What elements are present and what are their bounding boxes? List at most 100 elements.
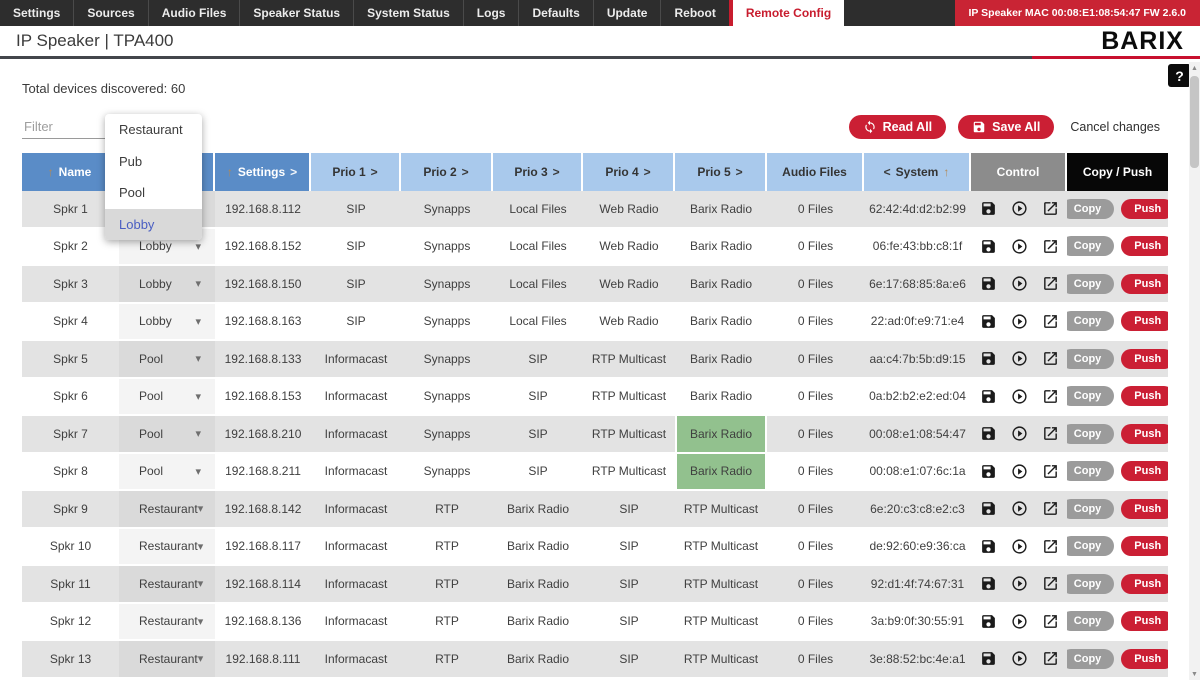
copy-button[interactable]: Copy: [1067, 199, 1114, 219]
column-header-system[interactable]: <System↑: [864, 153, 971, 191]
row-open-button[interactable]: [1042, 238, 1059, 255]
vertical-scrollbar[interactable]: ▲ ▼: [1189, 62, 1200, 680]
row-save-button[interactable]: [980, 313, 997, 330]
push-button[interactable]: Push: [1121, 274, 1168, 294]
column-header-prio-4[interactable]: Prio 4>: [583, 153, 675, 191]
save-all-button[interactable]: Save All: [958, 115, 1054, 139]
row-play-button[interactable]: [1011, 463, 1028, 480]
row-save-button[interactable]: [980, 200, 997, 217]
row-open-button[interactable]: [1042, 425, 1059, 442]
row-open-button[interactable]: [1042, 613, 1059, 630]
copy-button[interactable]: Copy: [1067, 424, 1114, 444]
cancel-changes-link[interactable]: Cancel changes: [1070, 120, 1160, 134]
row-save-button[interactable]: [980, 575, 997, 592]
location-select[interactable]: Lobby ▾: [119, 266, 215, 302]
column-header-prio-2[interactable]: Prio 2>: [401, 153, 493, 191]
row-play-button[interactable]: [1011, 388, 1028, 405]
row-play-button[interactable]: [1011, 538, 1028, 555]
row-open-button[interactable]: [1042, 538, 1059, 555]
column-header-prio-5[interactable]: Prio 5>: [675, 153, 767, 191]
row-save-button[interactable]: [980, 613, 997, 630]
copy-button[interactable]: Copy: [1067, 536, 1114, 556]
row-save-button[interactable]: [980, 388, 997, 405]
push-button[interactable]: Push: [1121, 236, 1168, 256]
row-open-button[interactable]: [1042, 200, 1059, 217]
row-save-button[interactable]: [980, 538, 997, 555]
row-save-button[interactable]: [980, 650, 997, 667]
location-select[interactable]: Pool ▾: [119, 416, 215, 452]
row-save-button[interactable]: [980, 463, 997, 480]
column-header-settings[interactable]: ↑Settings>: [215, 153, 311, 191]
nav-tab-audio-files[interactable]: Audio Files: [148, 0, 240, 26]
row-save-button[interactable]: [980, 238, 997, 255]
column-header-prio-3[interactable]: Prio 3>: [493, 153, 583, 191]
copy-button[interactable]: Copy: [1067, 499, 1114, 519]
push-button[interactable]: Push: [1121, 424, 1168, 444]
location-select[interactable]: Restaurant ▾: [119, 491, 215, 527]
row-play-button[interactable]: [1011, 200, 1028, 217]
push-button[interactable]: Push: [1121, 461, 1168, 481]
push-button[interactable]: Push: [1121, 349, 1168, 369]
row-play-button[interactable]: [1011, 313, 1028, 330]
row-open-button[interactable]: [1042, 500, 1059, 517]
row-open-button[interactable]: [1042, 575, 1059, 592]
row-play-button[interactable]: [1011, 238, 1028, 255]
location-select[interactable]: Pool ▾: [119, 454, 215, 490]
push-button[interactable]: Push: [1121, 611, 1168, 631]
row-save-button[interactable]: [980, 275, 997, 292]
row-save-button[interactable]: [980, 425, 997, 442]
nav-tab-speaker-status[interactable]: Speaker Status: [239, 0, 353, 26]
location-option-lobby[interactable]: Lobby: [105, 209, 202, 241]
copy-button[interactable]: Copy: [1067, 349, 1114, 369]
location-select[interactable]: Restaurant ▾: [119, 529, 215, 565]
push-button[interactable]: Push: [1121, 199, 1168, 219]
push-button[interactable]: Push: [1121, 574, 1168, 594]
push-button[interactable]: Push: [1121, 311, 1168, 331]
row-save-button[interactable]: [980, 500, 997, 517]
location-option-pool[interactable]: Pool: [105, 177, 202, 209]
copy-button[interactable]: Copy: [1067, 461, 1114, 481]
nav-tab-defaults[interactable]: Defaults: [518, 0, 592, 26]
nav-tab-sources[interactable]: Sources: [73, 0, 147, 26]
row-open-button[interactable]: [1042, 313, 1059, 330]
row-play-button[interactable]: [1011, 350, 1028, 367]
push-button[interactable]: Push: [1121, 536, 1168, 556]
location-select[interactable]: Lobby ▾: [119, 304, 215, 340]
nav-tab-reboot[interactable]: Reboot: [660, 0, 728, 26]
help-icon[interactable]: ?: [1168, 64, 1191, 87]
push-button[interactable]: Push: [1121, 649, 1168, 669]
column-header-audio-files[interactable]: Audio Files: [767, 153, 864, 191]
location-select[interactable]: Restaurant ▾: [119, 566, 215, 602]
nav-tab-update[interactable]: Update: [593, 0, 661, 26]
location-select[interactable]: Restaurant ▾: [119, 604, 215, 640]
nav-tab-system-status[interactable]: System Status: [353, 0, 463, 26]
row-play-button[interactable]: [1011, 650, 1028, 667]
copy-button[interactable]: Copy: [1067, 386, 1114, 406]
scrollbar-down-arrow-icon[interactable]: ▼: [1189, 668, 1200, 680]
copy-button[interactable]: Copy: [1067, 274, 1114, 294]
row-play-button[interactable]: [1011, 275, 1028, 292]
location-option-pub[interactable]: Pub: [105, 146, 202, 178]
row-play-button[interactable]: [1011, 613, 1028, 630]
row-play-button[interactable]: [1011, 500, 1028, 517]
location-select[interactable]: Pool ▾: [119, 341, 215, 377]
nav-tab-settings[interactable]: Settings: [0, 0, 73, 26]
column-header-prio-1[interactable]: Prio 1>: [311, 153, 401, 191]
copy-button[interactable]: Copy: [1067, 611, 1114, 631]
scrollbar-thumb[interactable]: [1190, 76, 1199, 168]
location-select[interactable]: Restaurant ▾: [119, 641, 215, 677]
row-open-button[interactable]: [1042, 650, 1059, 667]
column-header-control[interactable]: Control: [971, 153, 1067, 191]
read-all-button[interactable]: Read All: [849, 115, 947, 139]
nav-tab-logs[interactable]: Logs: [463, 0, 519, 26]
copy-button[interactable]: Copy: [1067, 311, 1114, 331]
row-open-button[interactable]: [1042, 350, 1059, 367]
push-button[interactable]: Push: [1121, 386, 1168, 406]
copy-button[interactable]: Copy: [1067, 649, 1114, 669]
nav-tab-remote-config[interactable]: Remote Config: [729, 0, 844, 26]
push-button[interactable]: Push: [1121, 499, 1168, 519]
row-open-button[interactable]: [1042, 275, 1059, 292]
copy-button[interactable]: Copy: [1067, 574, 1114, 594]
column-header-copy-push[interactable]: Copy / Push: [1067, 153, 1168, 191]
copy-button[interactable]: Copy: [1067, 236, 1114, 256]
